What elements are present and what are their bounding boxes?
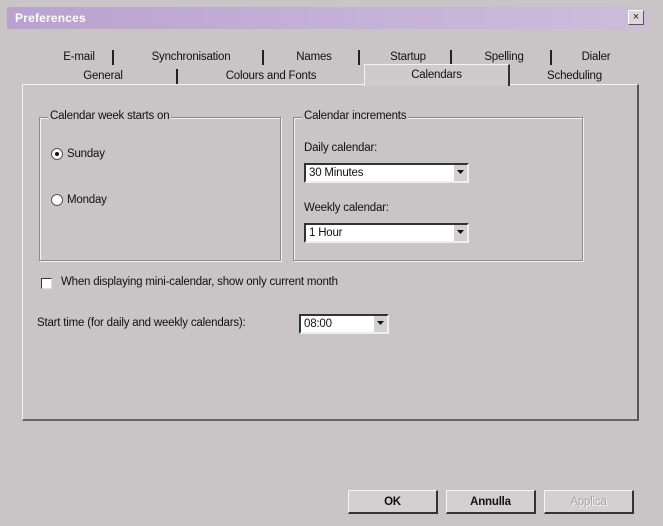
tab-names[interactable]: Names	[268, 48, 360, 67]
close-button[interactable]: ×	[628, 10, 644, 25]
mini-calendar-checkbox[interactable]	[41, 278, 52, 289]
start-time-label: Start time (for daily and weekly calenda…	[37, 317, 246, 329]
radio-button[interactable]	[51, 194, 63, 206]
tab-label: Spelling	[484, 51, 524, 63]
radio-sunday-label: Sunday	[67, 148, 105, 161]
week-start-group: Calendar week starts on Sunday Monday	[39, 110, 281, 261]
tab-label: Names	[296, 51, 332, 63]
ok-button[interactable]: OK	[348, 490, 438, 514]
title-bar: Preferences ×	[7, 7, 648, 29]
start-time-value: 08:00	[304, 318, 332, 330]
radio-button[interactable]	[51, 148, 63, 160]
dropdown-button[interactable]	[453, 165, 467, 181]
tab-label: Dialer	[581, 51, 611, 63]
cancel-button[interactable]: Annulla	[446, 490, 536, 514]
tab-label: Scheduling	[547, 70, 602, 82]
tab-label: Calendars	[411, 69, 462, 81]
radio-monday-label: Monday	[67, 194, 107, 207]
dropdown-button[interactable]	[373, 316, 387, 332]
tab-e-mail[interactable]: E-mail	[44, 48, 114, 67]
tab-label: E-mail	[63, 51, 95, 63]
tab-synchronisation[interactable]: Synchronisation	[118, 48, 264, 67]
dropdown-button[interactable]	[453, 225, 467, 241]
chevron-down-icon	[457, 230, 464, 234]
close-icon: ×	[632, 11, 640, 23]
radio-sunday[interactable]: Sunday	[51, 148, 105, 160]
weekly-calendar-select[interactable]: 1 Hour	[304, 223, 469, 243]
daily-calendar-label: Daily calendar:	[304, 142, 378, 154]
increments-group: Calendar increments Daily calendar: 30 M…	[293, 110, 583, 261]
increments-group-title: Calendar increments	[302, 110, 409, 122]
tab-label: General	[83, 70, 123, 82]
tab-calendars[interactable]: Calendars	[364, 64, 510, 86]
radio-monday[interactable]: Monday	[51, 194, 107, 206]
daily-calendar-select[interactable]: 30 Minutes	[304, 163, 469, 183]
apply-button[interactable]: Applica	[544, 490, 634, 514]
week-start-group-title: Calendar week starts on	[48, 110, 172, 122]
tab-panel-calendars: Calendar week starts on Sunday Monday Ca…	[22, 84, 639, 421]
tab-label: Startup	[390, 51, 426, 63]
tab-label: Synchronisation	[151, 51, 231, 63]
tab-label: Colours and Fonts	[225, 70, 317, 82]
start-time-select[interactable]: 08:00	[299, 314, 389, 334]
mini-calendar-label: When displaying mini-calendar, show only…	[61, 276, 338, 288]
chevron-down-icon	[457, 170, 464, 174]
tab-dialer[interactable]: Dialer	[556, 48, 636, 67]
weekly-calendar-label: Weekly calendar:	[304, 202, 389, 214]
daily-calendar-value: 30 Minutes	[309, 167, 364, 179]
window-title: Preferences	[15, 11, 86, 25]
weekly-calendar-value: 1 Hour	[309, 227, 343, 239]
chevron-down-icon	[377, 321, 384, 325]
